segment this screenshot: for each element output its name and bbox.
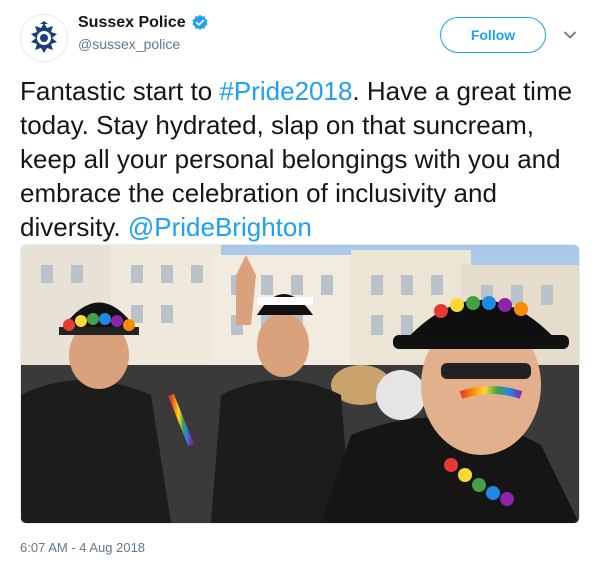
photo-image	[21, 245, 579, 523]
police-crest-icon	[27, 21, 61, 55]
verified-badge-icon	[191, 14, 209, 32]
tweet-photo[interactable]	[20, 244, 580, 524]
tweet-text: Fantastic start to #Pride2018. Have a gr…	[20, 74, 580, 244]
mention-link[interactable]: @PrideBrighton	[128, 212, 312, 242]
tweet-text-before: Fantastic start to	[20, 76, 220, 106]
hashtag-link[interactable]: #Pride2018	[219, 76, 352, 106]
name-row: Sussex Police	[78, 14, 209, 32]
follow-button[interactable]: Follow	[440, 17, 546, 53]
avatar[interactable]	[20, 14, 68, 62]
account-handle[interactable]: @sussex_police	[78, 36, 209, 52]
display-name[interactable]: Sussex Police	[78, 14, 186, 32]
tweet-timestamp[interactable]: 6:07 AM - 4 Aug 2018	[20, 540, 145, 555]
author-block: Sussex Police @sussex_police	[78, 14, 209, 52]
chevron-down-icon[interactable]	[562, 27, 578, 43]
